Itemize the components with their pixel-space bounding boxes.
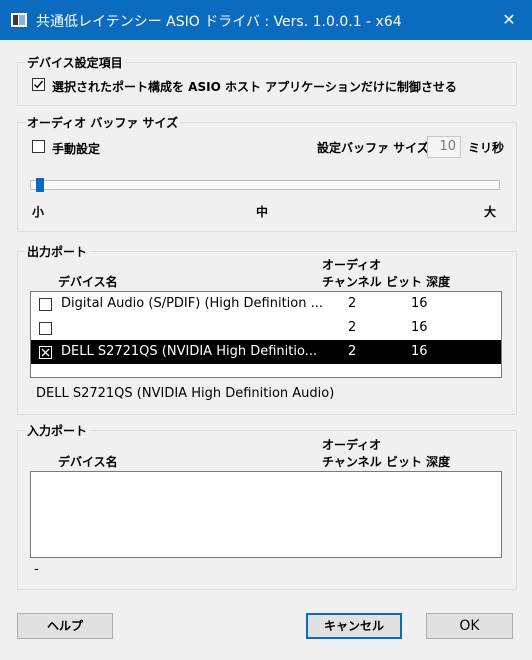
input-col-channels-line1: オーディオ bbox=[322, 438, 382, 452]
port-device-name: DELL S2721QS (NVIDIA High Definitio... bbox=[61, 344, 318, 359]
ok-button[interactable]: OK bbox=[426, 613, 513, 639]
input-ports-list[interactable] bbox=[30, 471, 502, 558]
output-col-device-header: デバイス名 bbox=[58, 275, 118, 289]
port-channels: 2 bbox=[348, 344, 357, 359]
output-selected-device-name: DELL S2721QS (NVIDIA High Definition Aud… bbox=[36, 386, 335, 401]
manual-setting-checkbox[interactable] bbox=[32, 140, 45, 153]
port-enable-checkbox[interactable] bbox=[39, 298, 52, 311]
exclusive-control-checkbox[interactable] bbox=[32, 78, 45, 91]
buffer-size-group-label: オーディオ バッファ サイズ bbox=[25, 114, 181, 131]
port-bit-depth: 16 bbox=[411, 320, 428, 335]
buffer-unit-label: ミリ秒 bbox=[468, 141, 505, 155]
output-col-bits-header: ビット 深度 bbox=[386, 275, 451, 289]
buffer-slider-track[interactable] bbox=[30, 180, 500, 190]
input-col-channels-line2: チャンネル bbox=[322, 455, 382, 469]
input-col-device-header: デバイス名 bbox=[58, 455, 118, 469]
buffer-slider-thumb[interactable] bbox=[36, 178, 44, 192]
output-ports-group-label: 出力ポート bbox=[25, 243, 90, 260]
title-bar: 共通低レイテンシー ASIO ドライバ : Vers. 1.0.0.1 - x6… bbox=[0, 0, 532, 40]
close-button[interactable]: ✕ bbox=[486, 0, 532, 40]
slider-max-label: 大 bbox=[484, 205, 497, 219]
port-bit-depth: 16 bbox=[411, 296, 428, 311]
port-enable-checkbox[interactable] bbox=[39, 322, 52, 335]
port-channels: 2 bbox=[348, 320, 357, 335]
output-ports-list[interactable]: Digital Audio (S/PDIF) (High Definition … bbox=[30, 291, 502, 378]
output-col-channels-line2: チャンネル bbox=[322, 275, 382, 289]
buffer-size-input[interactable]: 10 bbox=[427, 136, 461, 158]
slider-min-label: 小 bbox=[32, 205, 45, 219]
output-port-row[interactable]: 2 16 bbox=[31, 316, 501, 340]
slider-mid-label: 中 bbox=[256, 205, 269, 219]
manual-setting-label: 手動設定 bbox=[52, 142, 101, 156]
cross-check-icon bbox=[41, 348, 50, 357]
buffer-size-label: 設定バッファ サイズ: bbox=[317, 141, 434, 155]
help-button[interactable]: ヘルプ bbox=[17, 613, 113, 639]
exclusive-control-label: 選択されたポート構成を ASIO ホスト アプリケーションだけに制御させる bbox=[52, 80, 457, 94]
output-port-row-selected[interactable]: DELL S2721QS (NVIDIA High Definitio... 2… bbox=[31, 340, 501, 364]
checkmark-icon bbox=[33, 80, 44, 89]
port-channels: 2 bbox=[348, 296, 357, 311]
output-port-row[interactable]: Digital Audio (S/PDIF) (High Definition … bbox=[31, 292, 501, 316]
device-settings-group-label: デバイス設定項目 bbox=[25, 54, 125, 71]
app-icon bbox=[11, 13, 27, 27]
input-col-bits-header: ビット 深度 bbox=[386, 455, 451, 469]
port-enable-checkbox[interactable] bbox=[39, 346, 52, 359]
input-selected-device-name: - bbox=[34, 562, 39, 577]
cancel-button[interactable]: キャンセル bbox=[306, 613, 402, 639]
output-col-channels-line1: オーディオ bbox=[322, 258, 382, 272]
input-ports-group-label: 入力ポート bbox=[25, 422, 90, 439]
port-bit-depth: 16 bbox=[411, 344, 428, 359]
port-device-name: Digital Audio (S/PDIF) (High Definition … bbox=[61, 296, 324, 311]
window-title: 共通低レイテンシー ASIO ドライバ : Vers. 1.0.0.1 - x6… bbox=[36, 14, 402, 30]
